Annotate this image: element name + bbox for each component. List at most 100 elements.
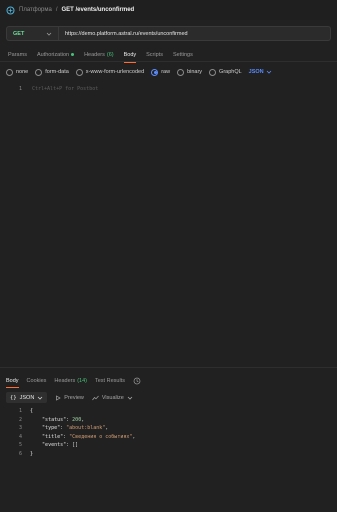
code-line: 1 {: [0, 407, 337, 416]
code-line: 2 "status": 200,: [0, 416, 337, 425]
tab-body[interactable]: Body: [123, 48, 137, 63]
request-tabs: Params Authorization Headers (6) Body Sc…: [0, 48, 337, 63]
visualize-icon: [92, 395, 99, 401]
code-text: }: [30, 450, 34, 457]
chevron-down-icon: [37, 395, 43, 401]
tab-label: Scripts: [146, 51, 163, 58]
radio-button[interactable]: [35, 68, 43, 76]
tab-params[interactable]: Params: [8, 48, 27, 62]
json-key: "events": [42, 442, 67, 449]
breadcrumb-parent[interactable]: Платформа: [19, 7, 52, 13]
radio-label: x-www-form-urlencoded: [85, 69, 145, 75]
method-label: GET: [13, 30, 25, 37]
method-select[interactable]: GET: [7, 27, 59, 40]
code-line: 5 "events": []: [0, 441, 337, 450]
code-line: 3 "type": "about:blank",: [0, 424, 337, 433]
code-line: 4 "title": "Сведения о событиях",: [0, 433, 337, 442]
editor-line: 1 Ctrl+Alt+P for Postbot: [0, 84, 337, 94]
line-number: 2: [18, 416, 22, 423]
response-body[interactable]: 1 { 2 "status": 200, 3 "type": "about:bl…: [0, 407, 337, 458]
tab-label: Body: [6, 378, 19, 384]
json-string: "about:blank": [66, 425, 106, 432]
response-format-select[interactable]: {} JSON: [6, 392, 48, 403]
line-number: 4: [18, 433, 22, 440]
tab-response-headers[interactable]: Headers (14): [54, 374, 87, 388]
status-dot: [71, 53, 75, 56]
url-input[interactable]: [59, 27, 330, 40]
tab-count: (14): [77, 378, 87, 384]
tab-scripts[interactable]: Scripts: [146, 48, 163, 62]
line-number: 3: [18, 425, 22, 432]
tab-test-results[interactable]: Test Results: [95, 374, 125, 388]
json-string: "Сведения о событиях": [69, 433, 133, 440]
line-number: 1: [18, 408, 22, 415]
json-number: 200: [72, 416, 82, 423]
radio-label: raw: [161, 69, 171, 75]
json-comma: ,: [81, 416, 85, 423]
visualize-button[interactable]: Visualize: [92, 392, 133, 403]
body-editor[interactable]: 1 Ctrl+Alt+P for Postbot: [0, 84, 337, 368]
response-toolbar: {} JSON Preview Visualize: [6, 392, 133, 403]
tab-label: Authorization: [36, 51, 70, 58]
radio-graphql[interactable]: GraphQL: [209, 68, 242, 76]
breadcrumb-separator: /: [55, 7, 58, 13]
request-title[interactable]: GET /events/unconfirmed: [62, 7, 135, 13]
tab-label: Params: [8, 51, 27, 58]
line-number: 5: [18, 442, 22, 449]
json-comma: ,: [132, 433, 136, 440]
radio-urlencoded[interactable]: x-www-form-urlencoded: [75, 68, 145, 76]
format-label: JSON: [19, 394, 35, 401]
radio-label: none: [16, 69, 29, 75]
tab-authorization[interactable]: Authorization: [36, 48, 75, 62]
json-comma: ,: [105, 425, 109, 432]
radio-binary[interactable]: binary: [177, 68, 203, 76]
tab-label: Headers: [54, 378, 76, 384]
editor-placeholder: Ctrl+Alt+P for Postbot: [32, 86, 99, 92]
json-key: "status": [42, 416, 67, 423]
json-key: "title": [42, 433, 64, 440]
radio-label: form-data: [45, 69, 69, 75]
json-key: "type": [42, 425, 61, 432]
history-icon[interactable]: [133, 377, 141, 385]
url-bar: GET: [6, 26, 331, 41]
api-request-icon: [6, 6, 15, 15]
chevron-down-icon: [46, 31, 52, 37]
preview-label: Preview: [64, 394, 84, 401]
body-language-select[interactable]: JSON: [249, 69, 272, 75]
tab-label: Cookies: [26, 378, 47, 384]
radio-label: binary: [187, 69, 203, 75]
preview-button[interactable]: Preview: [55, 392, 84, 403]
radio-button[interactable]: [151, 68, 159, 76]
tab-response-body[interactable]: Body: [6, 374, 19, 388]
language-label: JSON: [248, 69, 264, 75]
braces-icon: {}: [10, 394, 17, 401]
radio-button[interactable]: [177, 68, 185, 76]
tab-cookies[interactable]: Cookies: [27, 374, 47, 388]
response-tabs: Body Cookies Headers (14) Test Results: [0, 374, 337, 388]
tab-count: (6): [106, 51, 114, 58]
line-number: 1: [18, 86, 22, 92]
tab-headers[interactable]: Headers (6): [84, 48, 114, 62]
tab-settings[interactable]: Settings: [173, 48, 193, 62]
chevron-down-icon: [127, 395, 133, 401]
tab-label: Headers: [84, 51, 105, 58]
radio-form-data[interactable]: form-data: [35, 68, 69, 76]
radio-button[interactable]: [75, 68, 83, 76]
play-icon: [55, 394, 62, 401]
radio-button[interactable]: [209, 68, 217, 76]
chevron-down-icon: [266, 69, 272, 75]
radio-none[interactable]: none: [6, 68, 29, 76]
line-number: 6: [18, 450, 22, 457]
code-text: {: [30, 408, 34, 415]
tab-label: Settings: [172, 51, 193, 58]
json-array: []: [72, 442, 79, 449]
radio-raw[interactable]: raw: [151, 68, 171, 76]
radio-label: GraphQL: [219, 69, 242, 75]
body-type-options: none form-data x-www-form-urlencoded raw…: [0, 66, 337, 78]
code-line: 6 }: [0, 450, 337, 459]
visualize-label: Visualize: [101, 394, 124, 401]
tab-label: Body: [123, 51, 137, 58]
radio-button[interactable]: [6, 68, 13, 76]
tab-label: Test Results: [95, 378, 125, 384]
breadcrumb: Платформа / GET /events/unconfirmed: [0, 0, 337, 20]
